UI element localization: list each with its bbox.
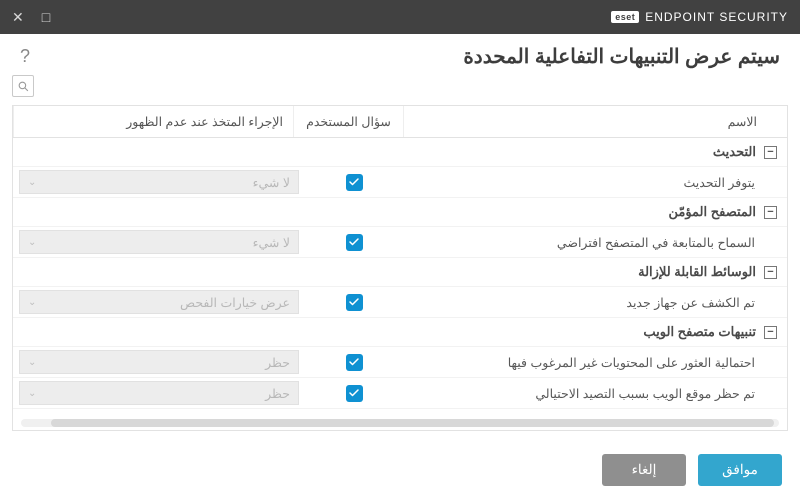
alert-name: السماح بالمتابعة في المتصفح افتراضي (409, 231, 777, 254)
chevron-down-icon: ⌄ (28, 177, 36, 188)
alert-name: تم حظر موقع الويب بسبب التصيد الاحتيالي (409, 382, 777, 405)
action-cell: لا شيء ⌄ (19, 170, 299, 194)
page-title: سيتم عرض التنبيهات التفاعلية المحددة (463, 44, 780, 69)
ask-user-checkbox[interactable] (346, 354, 363, 371)
cancel-button[interactable]: إلغاء (602, 454, 686, 486)
brand-text: ENDPOINT SECURITY (645, 10, 788, 24)
action-select[interactable]: حظر ⌄ (19, 381, 299, 405)
action-cell: عرض خيارات الفحص ⌄ (19, 290, 299, 314)
chevron-down-icon: ⌄ (28, 297, 36, 308)
action-select-value: لا شيء (253, 175, 290, 190)
ask-user-checkbox[interactable] (346, 174, 363, 191)
action-select[interactable]: عرض خيارات الفحص ⌄ (19, 290, 299, 314)
group-label: الوسائط القابلة للإزالة (638, 264, 756, 280)
action-select[interactable]: حظر ⌄ (19, 350, 299, 374)
ask-user-cell (299, 234, 409, 251)
group-row[interactable]: −التحديث (13, 138, 787, 167)
search-row (0, 75, 800, 105)
column-name[interactable]: الاسم (403, 106, 787, 137)
action-cell: حظر ⌄ (19, 381, 299, 405)
group-row[interactable]: −المتصفح المؤمّن (13, 198, 787, 227)
chevron-down-icon: ⌄ (28, 388, 36, 399)
brand: eset ENDPOINT SECURITY (611, 10, 788, 24)
collapse-icon[interactable]: − (764, 206, 777, 219)
alert-name: يتوفر التحديث (409, 171, 777, 194)
chevron-down-icon: ⌄ (28, 237, 36, 248)
alerts-table: الاسم سؤال المستخدم الإجراء المتخذ عند ع… (12, 105, 788, 431)
group-label: تنبيهات متصفح الويب (643, 324, 756, 340)
alert-name: احتمالية العثور على المحتويات غير المرغو… (409, 351, 777, 374)
brand-badge: eset (611, 11, 639, 23)
window-controls: ✕ □ (12, 10, 50, 24)
ok-button[interactable]: موافق (698, 454, 782, 486)
ask-user-cell (299, 294, 409, 311)
help-icon[interactable]: ? (20, 46, 30, 67)
group-row[interactable]: −الوسائط القابلة للإزالة (13, 258, 787, 287)
page-header: سيتم عرض التنبيهات التفاعلية المحددة ? (0, 34, 800, 75)
ask-user-checkbox[interactable] (346, 385, 363, 402)
action-cell: لا شيء ⌄ (19, 230, 299, 254)
search-icon (17, 80, 30, 93)
ask-user-cell (299, 385, 409, 402)
ask-user-checkbox[interactable] (346, 234, 363, 251)
collapse-icon[interactable]: − (764, 326, 777, 339)
table-row: السماح بالمتابعة في المتصفح افتراضي لا شي… (13, 227, 787, 258)
table-row: احتمالية العثور على المحتويات غير المرغو… (13, 347, 787, 378)
alert-name: تم الكشف عن جهاز جديد (409, 291, 777, 314)
group-row[interactable]: −تنبيهات متصفح الويب (13, 318, 787, 347)
collapse-icon[interactable]: − (764, 266, 777, 279)
table-header: الاسم سؤال المستخدم الإجراء المتخذ عند ع… (13, 106, 787, 138)
titlebar: ✕ □ eset ENDPOINT SECURITY (0, 0, 800, 34)
action-select-value: لا شيء (253, 235, 290, 250)
ask-user-checkbox[interactable] (346, 294, 363, 311)
group-label: التحديث (713, 144, 756, 160)
ask-user-cell (299, 174, 409, 191)
horizontal-scrollbar[interactable] (21, 419, 779, 427)
chevron-down-icon: ⌄ (28, 357, 36, 368)
collapse-icon[interactable]: − (764, 146, 777, 159)
search-button[interactable] (12, 75, 34, 97)
ask-user-cell (299, 354, 409, 371)
table-row: يتوفر التحديث لا شيء ⌄ (13, 167, 787, 198)
column-action[interactable]: الإجراء المتخذ عند عدم الظهور (13, 106, 293, 137)
action-select-value: عرض خيارات الفحص (180, 295, 290, 310)
column-ask[interactable]: سؤال المستخدم (293, 106, 403, 137)
group-row[interactable]: −جهاز الكمبيوتر (13, 409, 787, 414)
table-row: تم حظر موقع الويب بسبب التصيد الاحتيالي ح… (13, 378, 787, 409)
close-icon[interactable]: ✕ (12, 10, 24, 24)
action-select-value: حظر (265, 386, 290, 401)
group-label: المتصفح المؤمّن (668, 204, 756, 220)
dialog-footer: موافق إلغاء (0, 440, 800, 500)
action-cell: حظر ⌄ (19, 350, 299, 374)
action-select[interactable]: لا شيء ⌄ (19, 170, 299, 194)
action-select[interactable]: لا شيء ⌄ (19, 230, 299, 254)
maximize-icon[interactable]: □ (42, 10, 50, 24)
table-body: −التحديثيتوفر التحديثلا شيء⌄−المتصفح الم… (13, 138, 787, 414)
table-row: تم الكشف عن جهاز جديد عرض خيارات الفحص ⌄ (13, 287, 787, 318)
action-select-value: حظر (265, 355, 290, 370)
